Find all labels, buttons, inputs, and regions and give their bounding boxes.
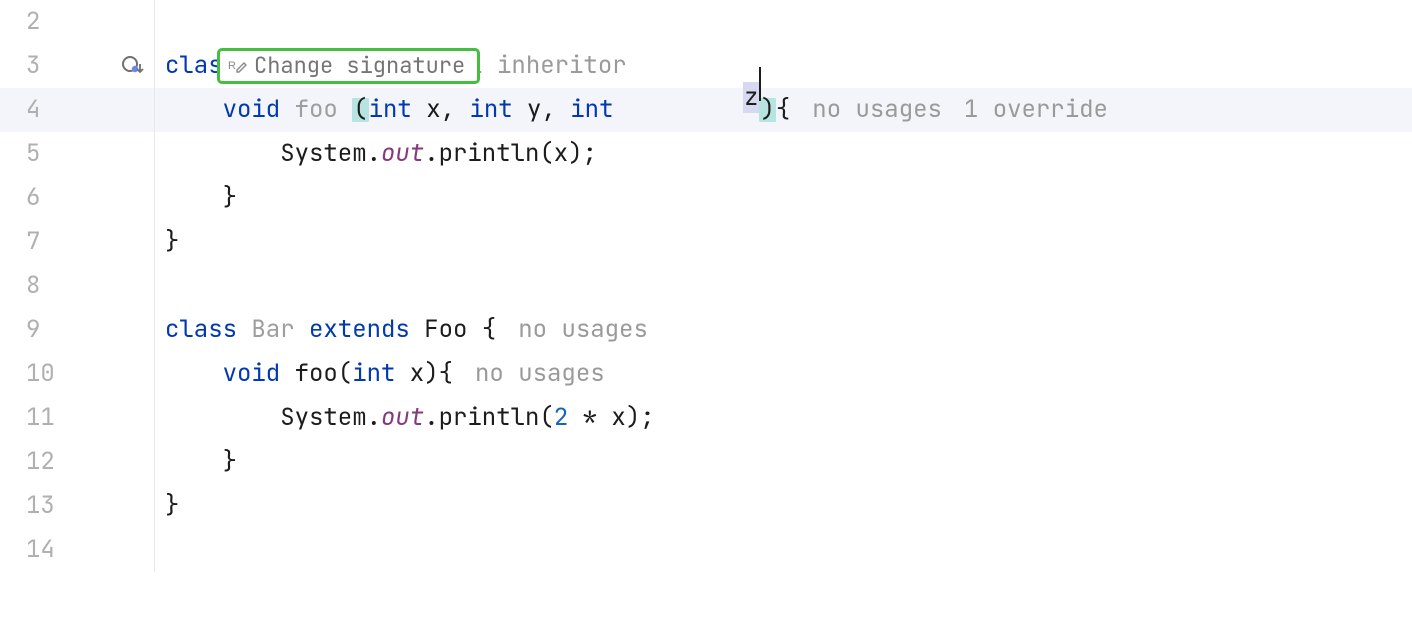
gutter-row: 5 (0, 132, 154, 176)
brace: } (165, 230, 179, 254)
code-text: .println(x); (424, 142, 597, 166)
number-literal: 2 (554, 406, 568, 430)
code-text: System. (165, 142, 381, 166)
keyword-int: int (369, 98, 412, 122)
code-line[interactable]: } (155, 176, 1412, 220)
space (237, 318, 251, 342)
line-number: 8 (26, 274, 40, 298)
overrides-hint[interactable]: 1 override (964, 98, 1108, 122)
keyword-extends: extends (309, 318, 410, 342)
keyword-class: class (165, 318, 237, 342)
gutter-row: 9 (0, 308, 154, 352)
code-text: .println( (424, 406, 554, 430)
gutter-row: 10 (0, 352, 154, 396)
code-line[interactable]: class Bar extends Foo { no usages (155, 308, 1412, 352)
field-out: out (381, 406, 424, 430)
space (410, 318, 424, 342)
code-line[interactable] (155, 264, 1412, 308)
code-line[interactable] (155, 0, 1412, 44)
line-number: 10 (26, 362, 55, 386)
comma: , (541, 98, 570, 122)
line-number: 12 (26, 450, 55, 474)
param-y: y (513, 98, 542, 122)
brace: { (776, 98, 790, 122)
param-x: x (412, 98, 441, 122)
brace: } (165, 186, 237, 210)
keyword-int: int (469, 98, 512, 122)
field-out: out (381, 142, 424, 166)
usages-hint[interactable]: no usages (812, 98, 942, 122)
code-line[interactable] (155, 528, 1412, 572)
line-number: 11 (26, 406, 55, 430)
param-z: z (743, 82, 759, 113)
line-number: 3 (26, 54, 40, 78)
close-paren: ) (759, 98, 775, 122)
code-line[interactable]: } (155, 440, 1412, 484)
gutter-row: 6 (0, 176, 154, 220)
change-signature-popup[interactable]: R Change signature (217, 48, 480, 84)
gutter-row: 3 (0, 44, 154, 88)
code-line[interactable]: void foo( int x){ no usages (155, 352, 1412, 396)
open-paren: ( (352, 98, 368, 122)
code-line[interactable]: System. out .println(x); (155, 132, 1412, 176)
gutter-row: 14 (0, 528, 154, 572)
line-number: 4 (26, 98, 40, 122)
code-line[interactable]: } (155, 220, 1412, 264)
gutter-row: 13 (0, 484, 154, 528)
gutter-row: 7 (0, 220, 154, 264)
line-number: 5 (26, 142, 40, 166)
svg-text:R: R (228, 60, 236, 72)
usages-hint[interactable]: no usages (475, 362, 605, 386)
code-line[interactable]: } (155, 484, 1412, 528)
change-signature-label: Change signature (254, 55, 465, 77)
line-number: 2 (26, 10, 40, 34)
brace: } (165, 494, 179, 518)
method-name: foo( (280, 362, 352, 386)
brace: { (467, 318, 496, 342)
code-text: System. (165, 406, 381, 430)
line-number: 14 (26, 538, 55, 562)
brace: } (165, 450, 237, 474)
gutter: 2 3 4 5 6 7 8 9 10 11 (0, 0, 155, 572)
gutter-row: 8 (0, 264, 154, 308)
line-number: 13 (26, 494, 55, 518)
gutter-row: 12 (0, 440, 154, 484)
gutter-row: 4 (0, 88, 154, 132)
line-number: 6 (26, 186, 40, 210)
keyword-void: void (165, 98, 280, 122)
code-line-caret[interactable]: void foo ( int x , int y , int z ) { no … (155, 88, 1412, 132)
code-line[interactable]: System. out .println( 2 * x); (155, 396, 1412, 440)
code-text: x){ (395, 362, 453, 386)
code-area[interactable]: class Foo { 1 usage 1 inheritor void foo… (155, 0, 1412, 572)
method-name: foo (280, 98, 352, 122)
keyword-void: void (165, 362, 280, 386)
space (295, 318, 309, 342)
code-text: * x); (568, 406, 654, 430)
code-editor[interactable]: 2 3 4 5 6 7 8 9 10 11 (0, 0, 1412, 572)
gutter-row: 11 (0, 396, 154, 440)
refactor-icon: R (228, 56, 248, 76)
inheritors-hint[interactable]: 1 inheritor (468, 54, 626, 78)
line-number: 9 (26, 318, 40, 342)
keyword-int: int (352, 362, 395, 386)
usages-hint[interactable]: no usages (518, 318, 648, 342)
overridden-in-subclass-icon[interactable] (120, 54, 144, 78)
class-name: Bar (251, 318, 294, 342)
caret (759, 67, 761, 101)
comma: , (441, 98, 470, 122)
keyword-int: int (570, 98, 613, 122)
gutter-row: 2 (0, 0, 154, 44)
space (613, 98, 627, 122)
class-name: Foo (424, 318, 467, 342)
line-number: 7 (26, 230, 40, 254)
